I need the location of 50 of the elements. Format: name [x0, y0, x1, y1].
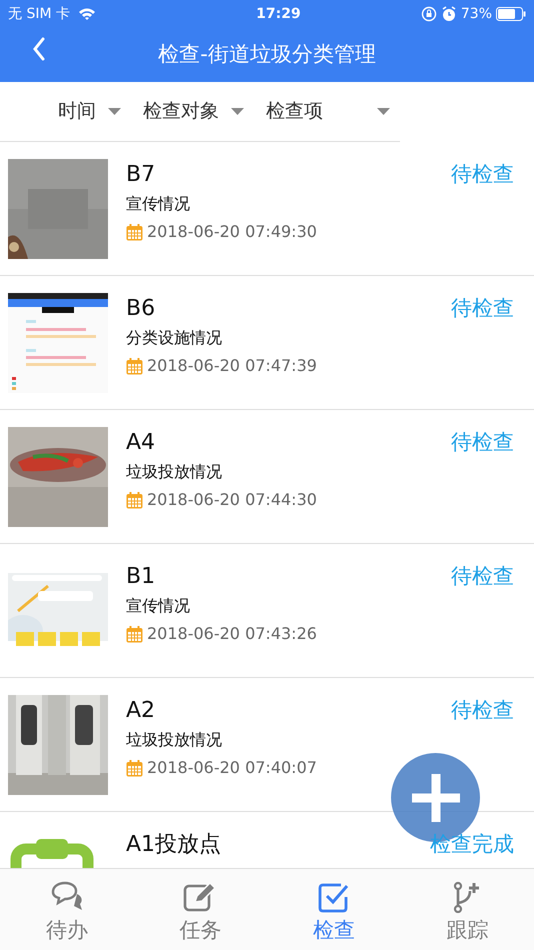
- battery-icon: [496, 7, 526, 21]
- status-label: 待检查: [451, 161, 514, 188]
- record-row[interactable]: B6 分类设施情况 2018-06-20 07:47:39 待检查: [0, 276, 534, 410]
- calendar-icon: [126, 358, 143, 374]
- status-label: 待检查: [451, 697, 514, 724]
- status-label: 待检查: [451, 429, 514, 456]
- record-title: B6: [126, 295, 156, 323]
- record-date: 2018-06-20 07:47:39: [147, 355, 317, 377]
- record-title: B7: [126, 161, 156, 189]
- inspection-item: 宣传情况: [126, 193, 191, 215]
- calendar-icon: [126, 224, 143, 240]
- record-title: A4: [126, 429, 156, 457]
- carrier-name: 无 SIM 卡: [8, 4, 70, 24]
- record-title: B1: [126, 563, 156, 591]
- caret-icon: [377, 108, 390, 116]
- alarm-icon: [440, 6, 457, 22]
- filter-dropdown[interactable]: 检查项: [266, 97, 390, 126]
- record-date: 2018-06-20 07:40:07: [147, 757, 317, 779]
- filter-dropdown[interactable]: 检查对象: [143, 97, 244, 126]
- page-title: 检查-街道垃圾分类管理: [158, 41, 376, 68]
- wifi-icon: [78, 7, 96, 21]
- calendar-icon: [126, 492, 143, 508]
- inspection-item: 垃圾投放情况: [126, 729, 223, 751]
- caret-icon: [108, 108, 121, 116]
- battery-percent: 73%: [460, 4, 492, 24]
- caret-icon: [231, 108, 244, 116]
- record-date: 2018-06-20 07:44:30: [147, 489, 317, 511]
- record-row[interactable]: A4 垃圾投放情况 2018-06-20 07:44:30 待检查: [0, 410, 534, 544]
- inspection-item: 垃圾投放情况: [126, 461, 223, 483]
- checkbox-icon: [316, 881, 351, 913]
- inspection-item: 分类设施情况: [126, 327, 223, 349]
- status-label: 待检查: [451, 563, 514, 590]
- chat-icon: [50, 881, 84, 913]
- rotation-lock-icon: [420, 6, 437, 22]
- tab-button[interactable]: 跟踪: [400, 869, 534, 950]
- record-row[interactable]: B1 宣传情况 2018-06-20 07:43:26 待检查: [0, 544, 534, 678]
- tab-button[interactable]: 检查: [267, 869, 400, 950]
- filter-dropdown[interactable]: 时间: [58, 97, 121, 126]
- status-label: 待检查: [451, 295, 514, 322]
- tab-button[interactable]: 待办: [0, 869, 134, 950]
- record-title: A1投放点: [126, 831, 222, 859]
- clock-time: 17:29: [256, 4, 301, 24]
- tab-button[interactable]: 任务: [134, 869, 267, 950]
- calendar-icon: [126, 760, 143, 776]
- inspection-item: 宣传情况: [126, 595, 191, 617]
- record-title: A2: [126, 697, 156, 725]
- record-date: 2018-06-20 07:49:30: [147, 221, 317, 243]
- record-date: 2018-06-20 07:43:26: [147, 623, 317, 645]
- calendar-icon: [126, 626, 143, 642]
- record-row[interactable]: B7 宣传情况 2018-06-20 07:49:30 待检查: [0, 142, 534, 276]
